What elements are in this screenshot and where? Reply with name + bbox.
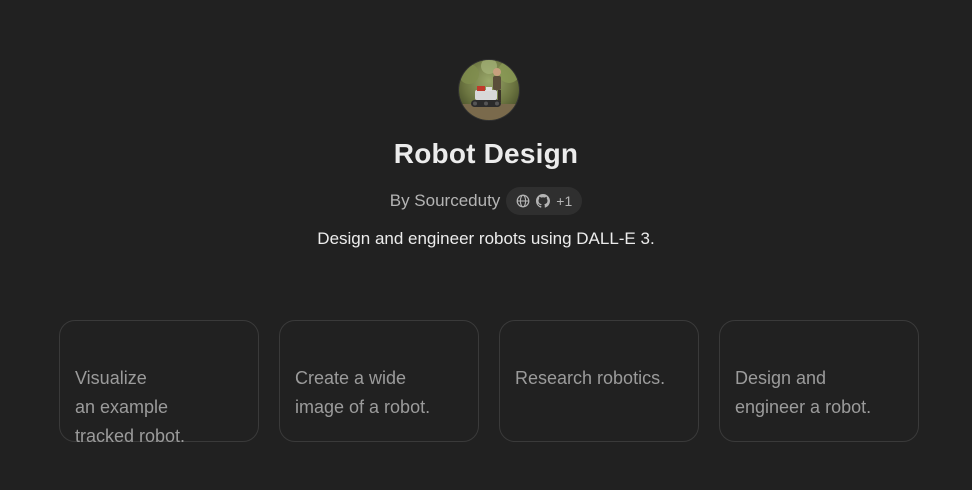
starter-card-2[interactable]: Create a wide image of a robot. [279,320,479,442]
conversation-starters: Visualize an example tracked robot. Crea… [59,320,919,446]
gpt-avatar [459,60,519,120]
starter-card-4[interactable]: Design and engineer a robot. [719,320,919,442]
gpt-byline: By Sourceduty +1 [0,186,972,216]
github-icon [536,194,551,208]
more-links-count: +1 [556,193,573,209]
starter-text: Create a wide image of a robot. [295,368,431,417]
starter-text: Design and engineer a robot. [735,368,872,417]
starter-text: Visualize an example tracked robot. [75,368,186,446]
gpt-title: Robot Design [393,138,579,169]
starter-card-3[interactable]: Research robotics. [499,320,699,442]
globe-icon [516,194,530,208]
starter-card-1[interactable]: Visualize an example tracked robot. [59,320,259,446]
gpt-author: By Sourceduty [389,191,501,210]
robot-photo-avatar-icon [459,60,519,120]
gpt-intro-page: Robot Design By Sourceduty +1 Design and… [0,0,972,490]
starter-text: Research robotics. [515,368,666,388]
gpt-description: Design and engineer robots using DALL-E … [317,229,655,248]
author-links-pill[interactable]: +1 [506,187,583,215]
